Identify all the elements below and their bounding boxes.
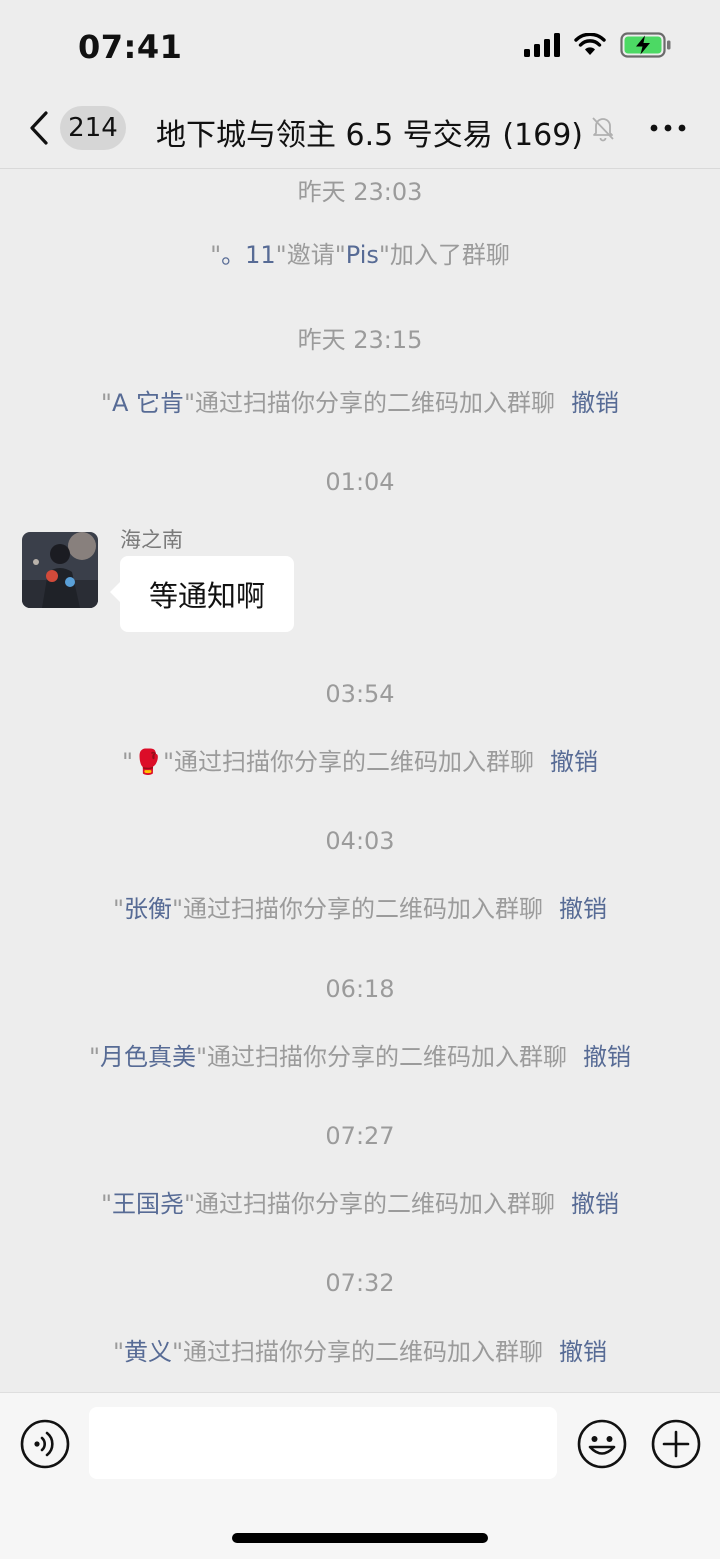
timestamp: 01:04 [325, 468, 395, 496]
more-button[interactable] [650, 110, 686, 146]
member-name[interactable]: Pis [346, 241, 379, 269]
timestamp: 07:27 [325, 1122, 395, 1150]
member-name[interactable]: 月色真美 [100, 1043, 196, 1071]
message-list[interactable]: 昨天 23:03 "。11"邀请"Pis"加入了群聊 昨天 23:15 "A 它… [0, 168, 720, 1392]
group-name: 地下城与领主 6.5 号交易 [156, 118, 493, 153]
timestamp: 06:18 [325, 975, 395, 1003]
member-name[interactable]: 张衡 [124, 895, 172, 923]
status-time: 07:41 [78, 28, 183, 66]
message-bubble[interactable]: 等通知啊 [110, 556, 294, 632]
avatar-image [22, 532, 98, 608]
revoke-link[interactable]: 撤销 [571, 1190, 619, 1218]
revoke-link[interactable]: 撤销 [559, 895, 607, 923]
plus-icon[interactable] [651, 1419, 701, 1469]
timestamp: 03:54 [325, 680, 395, 708]
member-count: (169) [502, 118, 584, 153]
message-input[interactable] [89, 1407, 557, 1479]
bell-muted-icon [592, 117, 614, 142]
timestamp: 04:03 [325, 827, 395, 855]
revoke-link[interactable]: 撤销 [583, 1043, 631, 1071]
chevron-left-icon [30, 111, 48, 145]
home-indicator [232, 1533, 488, 1543]
member-name[interactable]: 。11 [221, 241, 276, 269]
battery-charging-icon [620, 32, 671, 58]
wifi-icon [574, 33, 606, 55]
timestamp: 07:32 [325, 1269, 395, 1297]
revoke-link[interactable]: 撤销 [571, 389, 619, 417]
system-message: "。11"邀请"Pis"加入了群聊 [210, 241, 510, 269]
timestamp: 昨天 23:03 [297, 178, 423, 206]
chat-title[interactable]: 地下城与领主 6.5 号交易 (169) [156, 110, 583, 154]
emoji-icon[interactable] [577, 1419, 627, 1469]
chat-header: 214 地下城与领主 6.5 号交易 (169) [0, 90, 720, 169]
input-bar [0, 1392, 720, 1559]
system-message: "王国尧"通过扫描你分享的二维码加入群聊 撤销 [100, 1190, 620, 1218]
avatar[interactable] [22, 532, 98, 608]
sender-name: 海之南 [120, 528, 183, 552]
unread-count-badge[interactable]: 214 [60, 106, 126, 150]
member-name[interactable]: A 它肯 [112, 389, 184, 417]
system-message: "黄义"通过扫描你分享的二维码加入群聊 撤销 [112, 1338, 608, 1366]
system-message: "🥊"通过扫描你分享的二维码加入群聊 撤销 [122, 748, 598, 776]
revoke-link[interactable]: 撤销 [550, 748, 598, 776]
member-name[interactable]: 黄义 [124, 1338, 172, 1366]
system-message: "A 它肯"通过扫描你分享的二维码加入群聊 撤销 [100, 389, 620, 417]
more-dots-icon [650, 124, 686, 132]
system-message: "张衡"通过扫描你分享的二维码加入群聊 撤销 [112, 895, 608, 923]
member-name[interactable]: 🥊 [133, 748, 163, 776]
revoke-link[interactable]: 撤销 [559, 1338, 607, 1366]
voice-icon[interactable] [20, 1419, 70, 1469]
status-bar: 07:41 [0, 0, 720, 90]
member-name[interactable]: 王国尧 [112, 1190, 184, 1218]
system-message: "月色真美"通过扫描你分享的二维码加入群聊 撤销 [88, 1043, 632, 1071]
timestamp: 昨天 23:15 [297, 326, 423, 354]
status-icons [524, 32, 672, 58]
back-button[interactable] [26, 108, 52, 148]
cellular-signal-icon [524, 33, 560, 57]
